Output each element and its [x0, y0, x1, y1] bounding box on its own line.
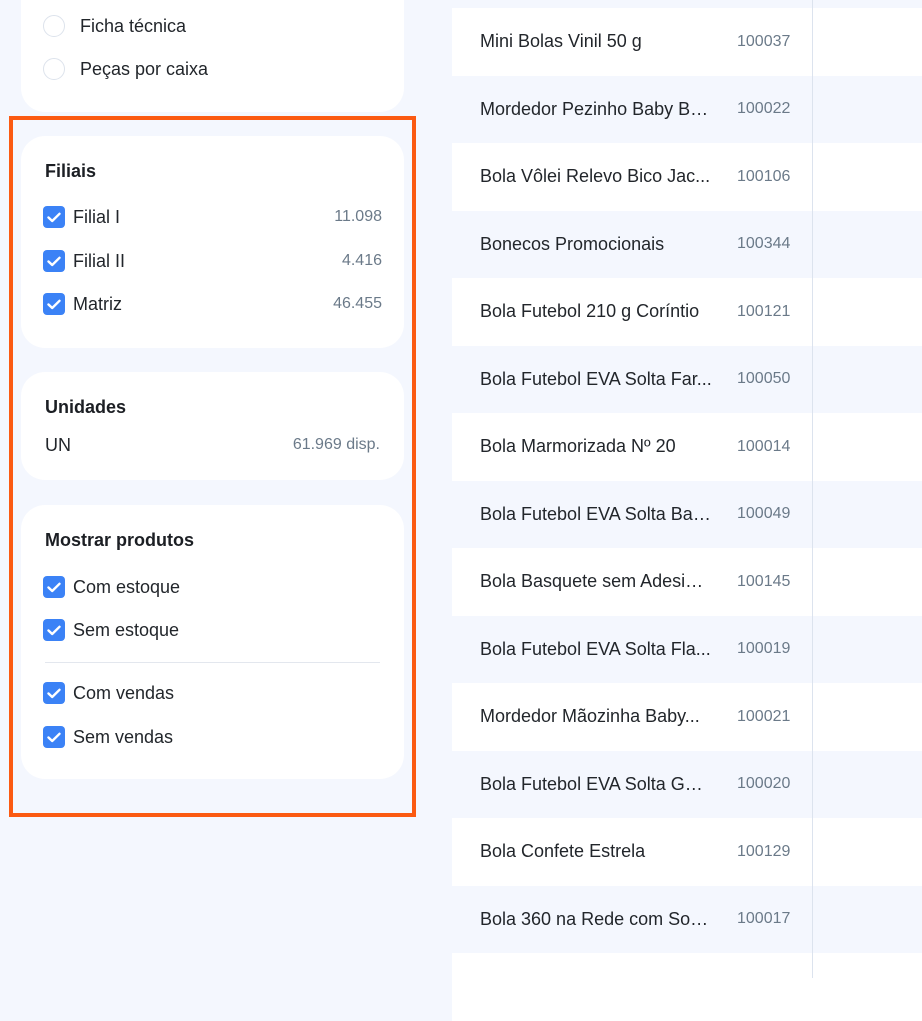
product-code: 100129 [737, 842, 791, 860]
product-name: Bola Futebol EVA Solta Bas... [480, 503, 712, 524]
divider [45, 662, 380, 663]
product-code: 100145 [737, 572, 791, 590]
filial-count: 46.455 [333, 295, 382, 312]
unit-row: UN 61.969 disp. [45, 431, 380, 459]
product-code: 100022 [737, 100, 791, 118]
product-name: Mini Bolas Vinil 50 g [480, 31, 642, 52]
product-name: Bola Futebol EVA Solta Fla... [480, 638, 711, 659]
product-name: Mordedor Pezinho Baby Bli... [480, 98, 712, 119]
table-row[interactable]: Mini Bolas Vinil 50 g 100037 [452, 8, 922, 76]
checkbox-checked-icon[interactable] [43, 726, 65, 748]
unidades-card: Unidades UN 61.969 disp. [21, 372, 404, 480]
table-row[interactable]: Mordedor Pezinho Baby Bli... 100022 [452, 75, 922, 143]
table-row[interactable]: Bola Vôlei Relevo Bico Jac... 100106 [452, 143, 922, 211]
product-code: 100106 [737, 167, 791, 185]
unit-label: UN [45, 434, 71, 455]
checkbox-checked-icon[interactable] [43, 682, 65, 704]
table-row[interactable]: Mordedor Mãozinha Baby... 100021 [452, 683, 922, 751]
product-name: Bola 360 na Rede com Sola... [480, 908, 712, 929]
product-list: Mini Bolas Vinil 50 g 100037 Mordedor Pezi… [452, 8, 922, 1021]
mostrar-produtos-card: Mostrar produtos Com estoque Sem estoque… [21, 505, 404, 779]
option-label: Sem vendas [73, 726, 174, 747]
table-row[interactable]: Bola Futebol EVA Solta Gua... 100020 [452, 750, 922, 818]
product-code: 100014 [737, 437, 791, 455]
table-row[interactable] [452, 953, 922, 1021]
filial-item[interactable]: Filial II 4.416 [43, 247, 382, 275]
column-divider [812, 0, 813, 978]
filiais-card: Filiais Filial I 11.098 Filial II 4.416 … [21, 136, 404, 348]
sem-estoque-option[interactable]: Sem estoque [43, 616, 382, 644]
filial-label: Matriz [73, 293, 122, 314]
product-code: 100017 [737, 910, 791, 928]
com-vendas-option[interactable]: Com vendas [43, 679, 382, 707]
option-pecas-por-caixa[interactable]: Peças por caixa [43, 55, 382, 83]
radio-button[interactable] [43, 15, 65, 37]
unidades-title: Unidades [45, 397, 127, 417]
filiais-title: Filiais [45, 161, 97, 181]
table-row[interactable]: Bola Basquete sem Adesivos 100145 [452, 548, 922, 616]
options-card: Ficha técnica Peças por caixa [21, 0, 404, 112]
product-code: 100344 [737, 235, 791, 253]
product-code: 100050 [737, 370, 791, 388]
filial-count: 4.416 [341, 252, 382, 269]
sem-vendas-option[interactable]: Sem vendas [43, 723, 382, 751]
checkbox-checked-icon[interactable] [43, 206, 65, 228]
product-name: Bola Vôlei Relevo Bico Jac... [480, 166, 711, 187]
table-row[interactable]: Bola Marmorizada Nº 20 100014 [452, 413, 922, 481]
product-name: Bola Marmorizada Nº 20 [480, 436, 676, 457]
table-row[interactable]: Bola 360 na Rede com Sola... 100017 [452, 885, 922, 953]
product-code: 100049 [737, 505, 791, 523]
unit-available: 61.969 disp. [292, 436, 380, 453]
table-row[interactable]: Bola Futebol EVA Solta Fla... 100019 [452, 615, 922, 683]
product-name: Mordedor Mãozinha Baby... [480, 706, 700, 727]
com-estoque-option[interactable]: Com estoque [43, 573, 382, 601]
checkbox-checked-icon[interactable] [43, 576, 65, 598]
option-label: Com vendas [73, 682, 175, 703]
filial-label: Filial II [73, 250, 126, 271]
checkbox-checked-icon[interactable] [43, 619, 65, 641]
option-ficha-tecnica[interactable]: Ficha técnica [43, 12, 382, 40]
option-label: Peças por caixa [80, 58, 209, 79]
option-label: Sem estoque [73, 619, 180, 640]
product-code: 100019 [737, 640, 791, 658]
product-code: 100121 [737, 302, 791, 320]
product-code: 100037 [737, 32, 791, 50]
product-name: Bonecos Promocionais [480, 233, 665, 254]
filial-item[interactable]: Matriz 46.455 [43, 290, 382, 318]
table-row[interactable]: Bola Futebol EVA Solta Bas... 100049 [452, 480, 922, 548]
filial-label: Filial I [73, 206, 121, 227]
product-name: Bola Futebol EVA Solta Far... [480, 368, 712, 389]
mostrar-produtos-title: Mostrar produtos [45, 530, 195, 550]
option-label: Ficha técnica [80, 15, 187, 36]
product-code: 100020 [737, 775, 791, 793]
filial-item[interactable]: Filial I 11.098 [43, 203, 382, 231]
table-row[interactable]: Bola Futebol EVA Solta Far... 100050 [452, 345, 922, 413]
product-name: Bola Confete Estrela [480, 841, 646, 862]
table-row[interactable]: Bola Confete Estrela 100129 [452, 818, 922, 886]
filial-count: 11.098 [334, 208, 382, 225]
product-name: Bola Basquete sem Adesivos [480, 571, 712, 592]
product-name: Bola Futebol EVA Solta Gua... [480, 773, 712, 794]
option-label: Com estoque [73, 576, 181, 597]
radio-button[interactable] [43, 58, 65, 80]
product-code: 100021 [737, 707, 791, 725]
product-name: Bola Futebol 210 g Coríntio [480, 301, 700, 322]
table-row[interactable]: Bola Futebol 210 g Coríntio 100121 [452, 278, 922, 346]
checkbox-checked-icon[interactable] [43, 293, 65, 315]
checkbox-checked-icon[interactable] [43, 250, 65, 272]
table-row[interactable]: Bonecos Promocionais 100344 [452, 210, 922, 278]
